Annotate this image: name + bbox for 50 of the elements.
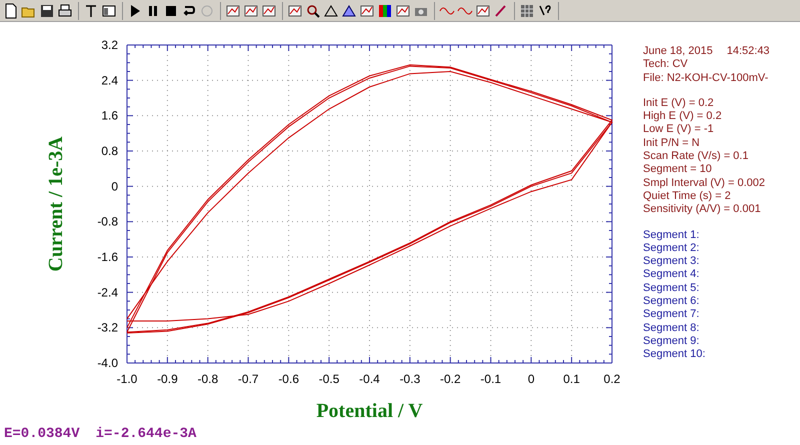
segment-label: Segment 7:	[643, 308, 700, 322]
date-text: June 18, 2015	[643, 45, 713, 58]
segment-label: Segment 5:	[643, 282, 700, 296]
segment-label: Segment 9:	[643, 334, 700, 348]
x-tick-label: -0.7	[238, 372, 259, 386]
parameter-text: Tech: CV	[643, 58, 689, 72]
parameter-text: Init E (V) = 0.2	[643, 96, 715, 110]
x-tick-label: -0.4	[359, 372, 380, 386]
parameter-text: Scan Rate (V/s) = 0.1	[643, 150, 750, 164]
y-tick-label: 0.8	[101, 144, 118, 158]
time-text: 14:52:43	[726, 45, 770, 58]
x-tick-label: -1.0	[116, 372, 138, 386]
segment-label: Segment 10:	[643, 348, 706, 362]
x-axis-title: Potential / V	[316, 400, 423, 422]
parameter-text: Init P/N = N	[643, 136, 701, 150]
x-tick-label: -0.1	[480, 372, 502, 386]
parameter-text: Segment = 10	[643, 163, 713, 177]
y-tick-label: -4.0	[97, 356, 118, 370]
x-tick-label: 0	[528, 372, 534, 386]
y-tick-label: 1.6	[101, 108, 118, 123]
y-tick-label: -0.8	[97, 214, 118, 229]
segment-label: Segment 2:	[643, 242, 700, 256]
y-tick-label: 0	[111, 179, 118, 194]
x-tick-label: 0.1	[563, 372, 580, 386]
parameter-text: Smpl Interval (V) = 0.002	[643, 176, 766, 190]
parameter-text: Low E (V) = -1	[643, 123, 715, 137]
x-tick-label: 0.2	[604, 372, 620, 386]
x-tick-label: -0.3	[400, 372, 420, 386]
y-tick-label: -1.6	[97, 250, 118, 264]
segment-label: Segment 1:	[643, 228, 700, 242]
parameter-text: Sensitivity (A/V) = 0.001	[643, 203, 762, 217]
x-tick-label: -0.2	[440, 372, 461, 386]
y-tick-label: 3.2	[101, 38, 118, 52]
x-tick-label: -0.8	[198, 372, 218, 386]
y-axis-title: Current / 1e-3A	[45, 136, 67, 272]
current-readout: i=-2.644e-3A	[96, 426, 196, 442]
x-tick-label: -0.5	[318, 372, 340, 386]
segment-label: Segment 3:	[643, 255, 700, 268]
segment-label: Segment 8:	[643, 322, 700, 335]
segment-label: Segment 4:	[643, 268, 700, 282]
y-tick-label: -2.4	[97, 285, 118, 300]
parameter-text: Quiet Time (s) = 2	[643, 190, 732, 204]
x-tick-label: -0.9	[157, 372, 178, 386]
parameter-text: File: N2-KOH-CV-100mV-	[643, 72, 770, 85]
segment-label: Segment 6:	[643, 295, 700, 308]
x-tick-label: -0.6	[278, 372, 299, 386]
y-tick-label: 2.4	[101, 73, 118, 88]
potential-readout: E=0.0384V	[4, 426, 80, 442]
parameter-text: High E (V) = 0.2	[643, 110, 723, 124]
y-tick-label: -3.2	[97, 320, 118, 335]
